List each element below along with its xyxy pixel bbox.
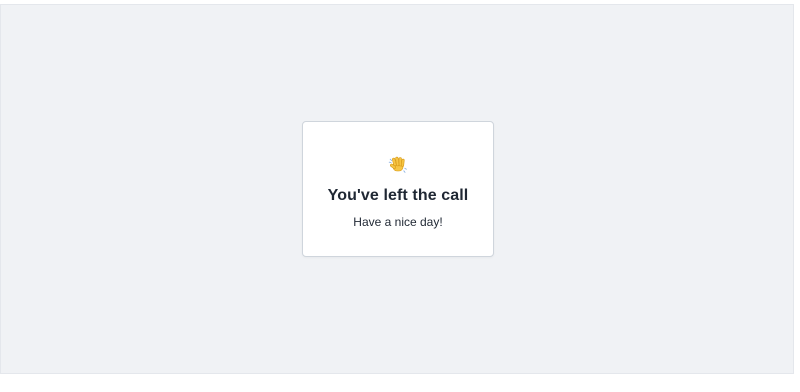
waving-hand-icon bbox=[388, 156, 408, 174]
left-call-card: You've left the call Have a nice day! bbox=[302, 121, 494, 257]
left-call-title: You've left the call bbox=[327, 187, 469, 204]
app-background: You've left the call Have a nice day! bbox=[0, 4, 794, 374]
left-call-subtitle: Have a nice day! bbox=[353, 215, 443, 229]
